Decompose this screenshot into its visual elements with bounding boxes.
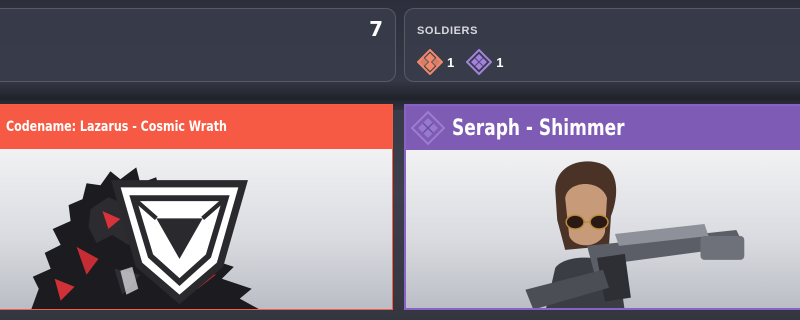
rarity-epic: 1 bbox=[466, 49, 503, 75]
orange-diamond-rank-icon bbox=[417, 49, 443, 75]
purple-diamond-rank-icon bbox=[466, 49, 493, 75]
card-title: Codename: Lazarus - Cosmic Wrath bbox=[6, 119, 227, 135]
soldiers-title: SOLDIERS bbox=[417, 25, 479, 37]
seraph-character-art bbox=[525, 161, 745, 308]
card-title: Seraph - Shimmer bbox=[452, 115, 625, 141]
card-header: Codename: Lazarus - Cosmic Wrath bbox=[0, 105, 392, 149]
card-image bbox=[406, 150, 800, 308]
rarity-counts: 1 1 bbox=[417, 49, 515, 75]
rarity-epic-count: 1 bbox=[496, 54, 504, 70]
card-image bbox=[0, 149, 392, 309]
soldier-card-seraph[interactable]: Seraph - Shimmer bbox=[404, 104, 800, 310]
rarity-legendary: 1 bbox=[417, 49, 454, 75]
summary-panel-left: 7 bbox=[0, 8, 396, 82]
rarity-legendary-count: 1 bbox=[447, 54, 455, 70]
tier-badge-icon bbox=[111, 180, 248, 305]
item-count: 7 bbox=[369, 17, 383, 41]
purple-diamond-rank-icon bbox=[410, 110, 446, 146]
card-header: Seraph - Shimmer bbox=[406, 106, 800, 150]
soldier-card-lazarus[interactable]: Codename: Lazarus - Cosmic Wrath bbox=[0, 104, 393, 310]
soldiers-panel: SOLDIERS 1 1 bbox=[404, 8, 800, 82]
